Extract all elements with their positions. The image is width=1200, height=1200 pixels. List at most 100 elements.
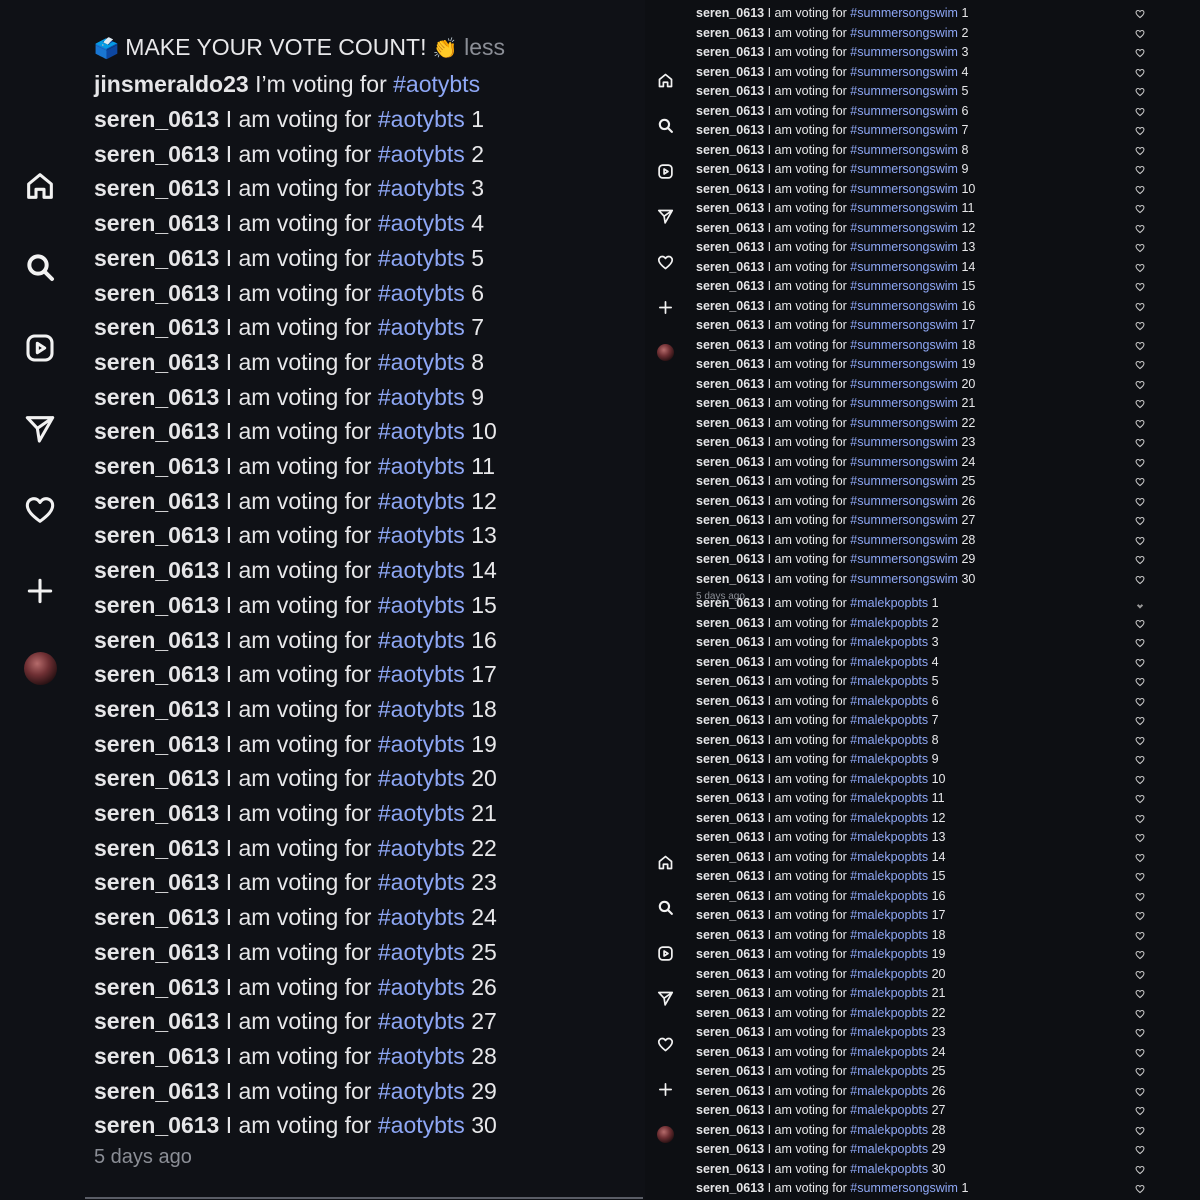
comment-hashtag[interactable]: #aotybts [378,488,465,514]
comment-hashtag[interactable]: #aotybts [378,280,465,306]
comment-username[interactable]: seren_0613 [696,1084,764,1098]
like-heart-icon[interactable] [1135,377,1145,389]
comment-hashtag[interactable]: #summersongswim [850,552,958,566]
comment-username[interactable]: seren_0613 [94,765,219,791]
like-heart-icon[interactable] [1135,928,1145,940]
comment-hashtag[interactable]: #aotybts [378,904,465,930]
like-heart-icon[interactable] [1135,162,1145,175]
comment-username[interactable]: seren_0613 [696,396,764,410]
comment-username[interactable]: seren_0613 [94,522,219,548]
comment-username[interactable]: seren_0613 [696,416,764,430]
comment-hashtag[interactable]: #summersongswim [850,299,958,313]
comment-hashtag[interactable]: #summersongswim [850,65,958,79]
comment-hashtag[interactable]: #aotybts [378,418,465,444]
like-heart-icon[interactable] [1135,357,1145,370]
comment-hashtag[interactable]: #malekpopbts [850,1064,928,1078]
comment-hashtag[interactable]: #malekpopbts [850,733,928,747]
comment-hashtag[interactable]: #malekpopbts [850,811,928,825]
comment-hashtag[interactable]: #summersongswim [850,513,958,527]
comment-hashtag[interactable]: #summersongswim [850,435,958,449]
comment-hashtag[interactable]: #summersongswim [850,240,958,254]
like-heart-icon[interactable] [1135,674,1145,687]
send-icon[interactable] [655,989,675,1009]
comment-username[interactable]: seren_0613 [696,240,764,254]
like-heart-icon[interactable] [1135,850,1145,862]
comment-username[interactable]: seren_0613 [696,572,764,586]
comment-hashtag[interactable]: #summersongswim [850,123,958,137]
comment-hashtag[interactable]: #summersongswim [850,279,958,293]
search-icon[interactable] [655,116,675,136]
comment-hashtag[interactable]: #malekpopbts [850,772,928,786]
comment-username[interactable]: seren_0613 [94,245,219,271]
comment-hashtag[interactable]: #aotybts [378,1043,465,1069]
comment-username[interactable]: seren_0613 [696,1064,764,1078]
comment-username[interactable]: seren_0613 [696,908,764,922]
like-heart-icon[interactable] [1135,338,1145,350]
comment-username[interactable]: seren_0613 [696,674,764,688]
home-icon[interactable] [655,70,675,90]
chevron-down-icon[interactable] [1136,597,1144,609]
like-heart-icon[interactable] [1135,435,1145,448]
comment-username[interactable]: seren_0613 [94,453,219,479]
comment-username[interactable]: seren_0613 [696,260,764,274]
comment-username[interactable]: seren_0613 [94,1112,219,1138]
comment-username[interactable]: seren_0613 [696,616,764,630]
comment-username[interactable]: seren_0613 [94,974,219,1000]
profile-avatar[interactable] [656,1125,674,1143]
like-heart-icon[interactable] [1135,869,1145,882]
like-heart-icon[interactable] [1135,733,1145,745]
comment-username[interactable]: seren_0613 [94,106,219,132]
comment-username[interactable]: seren_0613 [696,967,764,981]
comment-username[interactable]: jinsmeraldo23 [94,71,249,97]
comment-username[interactable]: seren_0613 [696,6,764,20]
comment-hashtag[interactable]: #malekpopbts [850,986,928,1000]
comment-username[interactable]: seren_0613 [696,338,764,352]
comment-username[interactable]: seren_0613 [696,791,764,805]
like-heart-icon[interactable] [1135,1006,1145,1018]
comment-hashtag[interactable]: #malekpopbts [850,655,928,669]
comment-hashtag[interactable]: #summersongswim [850,455,958,469]
like-heart-icon[interactable] [1135,572,1145,584]
comment-hashtag[interactable]: #malekpopbts [850,830,928,844]
comment-username[interactable]: seren_0613 [94,904,219,930]
comment-hashtag[interactable]: #aotybts [378,835,465,861]
comment-username[interactable]: seren_0613 [696,1181,764,1195]
comment-username[interactable]: seren_0613 [696,752,764,766]
comment-username[interactable]: seren_0613 [696,299,764,313]
comment-username[interactable]: seren_0613 [696,1025,764,1039]
comment-hashtag[interactable]: #summersongswim [850,104,958,118]
like-heart-icon[interactable] [1135,552,1145,565]
comment-username[interactable]: seren_0613 [696,1045,764,1059]
comment-hashtag[interactable]: #summersongswim [850,26,958,40]
search-icon[interactable] [655,898,675,918]
home-icon[interactable] [20,166,60,206]
home-icon[interactable] [655,852,675,872]
reels-icon[interactable] [655,161,675,181]
like-heart-icon[interactable] [1135,318,1145,331]
comment-hashtag[interactable]: #summersongswim [850,182,958,196]
comment-hashtag[interactable]: #malekpopbts [850,1045,928,1059]
plus-icon[interactable] [20,571,60,611]
comment-username[interactable]: seren_0613 [696,182,764,196]
like-heart-icon[interactable] [1135,986,1145,999]
comment-hashtag[interactable]: #malekpopbts [850,889,928,903]
comment-username[interactable]: seren_0613 [696,1006,764,1020]
comment-username[interactable]: seren_0613 [696,733,764,747]
comment-hashtag[interactable]: #aotybts [393,71,480,97]
like-heart-icon[interactable] [1135,772,1145,784]
like-heart-icon[interactable] [1135,299,1145,311]
comment-hashtag[interactable]: #aotybts [378,245,465,271]
like-heart-icon[interactable] [1135,655,1145,667]
like-heart-icon[interactable] [1135,416,1145,428]
comment-username[interactable]: seren_0613 [696,1123,764,1137]
comment-hashtag[interactable]: #summersongswim [850,6,958,20]
comment-hashtag[interactable]: #aotybts [378,349,465,375]
comment-username[interactable]: seren_0613 [94,835,219,861]
like-heart-icon[interactable] [1135,279,1145,292]
comment-hashtag[interactable]: #malekpopbts [850,694,928,708]
reels-icon[interactable] [655,943,675,963]
comment-hashtag[interactable]: #malekpopbts [850,908,928,922]
like-heart-icon[interactable] [1135,123,1145,136]
profile-avatar[interactable] [656,343,674,361]
like-heart-icon[interactable] [1135,967,1145,979]
